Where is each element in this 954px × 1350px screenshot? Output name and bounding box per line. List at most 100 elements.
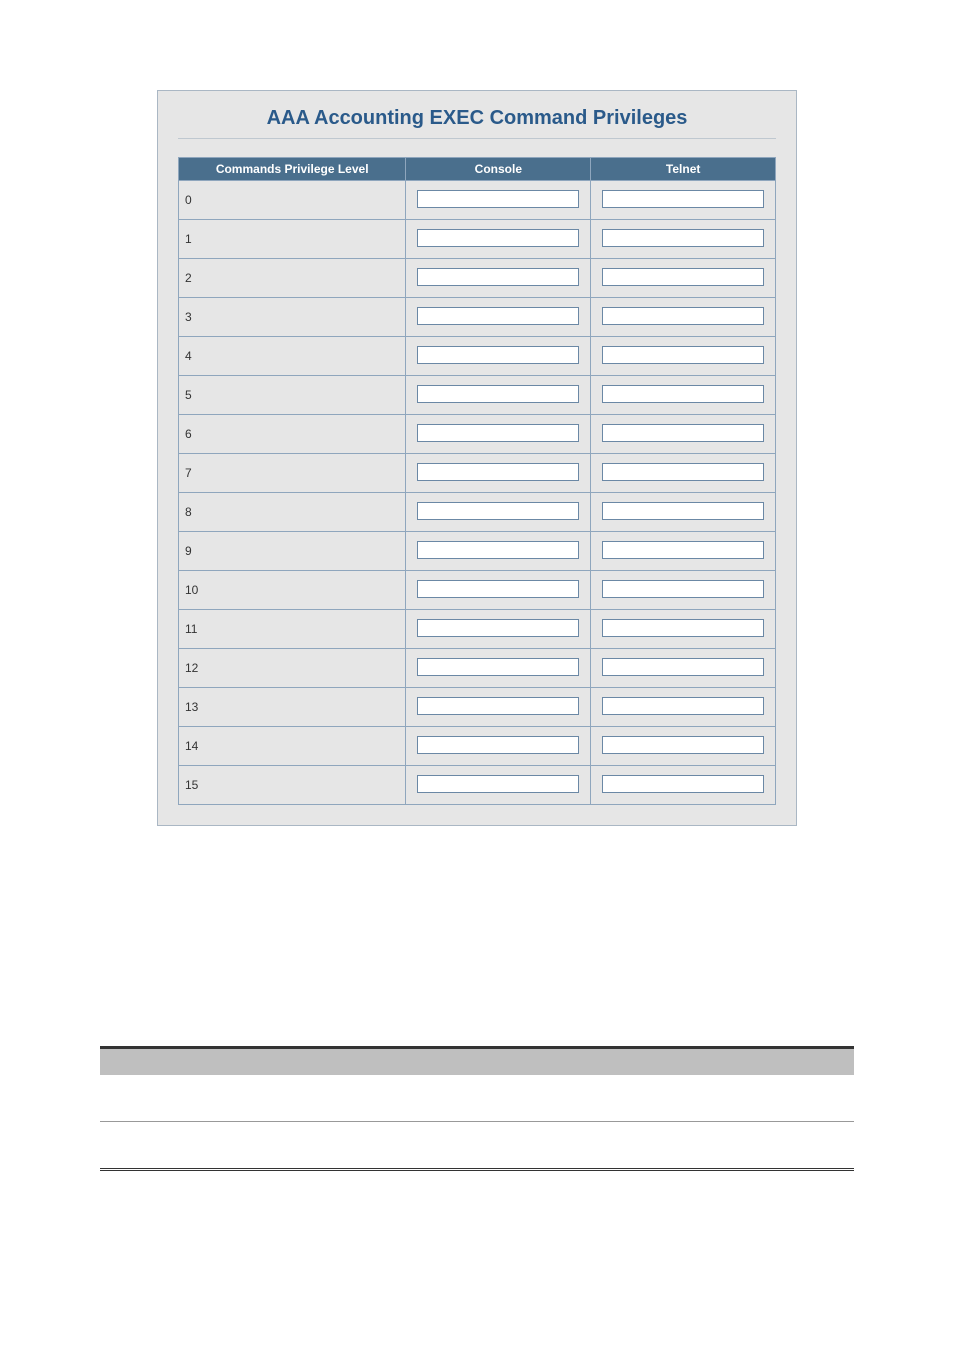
console-cell <box>406 259 591 298</box>
console-cell <box>406 181 591 220</box>
table-row: 6 <box>179 415 776 454</box>
telnet-input[interactable] <box>602 190 764 208</box>
telnet-cell <box>591 220 776 259</box>
level-cell: 8 <box>179 493 406 532</box>
table-row: 0 <box>179 181 776 220</box>
console-cell <box>406 220 591 259</box>
console-cell <box>406 688 591 727</box>
document-section <box>0 1046 954 1231</box>
level-cell: 2 <box>179 259 406 298</box>
console-input[interactable] <box>417 736 579 754</box>
aaa-accounting-panel: AAA Accounting EXEC Command Privileges C… <box>157 90 797 826</box>
telnet-cell <box>591 493 776 532</box>
console-input[interactable] <box>417 502 579 520</box>
telnet-input[interactable] <box>602 424 764 442</box>
console-input[interactable] <box>417 346 579 364</box>
telnet-cell <box>591 376 776 415</box>
console-input[interactable] <box>417 229 579 247</box>
console-input[interactable] <box>417 385 579 403</box>
level-cell: 6 <box>179 415 406 454</box>
telnet-cell <box>591 532 776 571</box>
telnet-input[interactable] <box>602 502 764 520</box>
table-row: 4 <box>179 337 776 376</box>
privilege-table: Commands Privilege Level Console Telnet … <box>178 157 776 805</box>
console-cell <box>406 766 591 805</box>
level-cell: 5 <box>179 376 406 415</box>
console-input[interactable] <box>417 619 579 637</box>
level-cell: 7 <box>179 454 406 493</box>
table-row: 7 <box>179 454 776 493</box>
console-cell <box>406 727 591 766</box>
telnet-cell <box>591 454 776 493</box>
telnet-input[interactable] <box>602 658 764 676</box>
console-input[interactable] <box>417 307 579 325</box>
level-cell: 3 <box>179 298 406 337</box>
level-cell: 15 <box>179 766 406 805</box>
console-input[interactable] <box>417 424 579 442</box>
console-input[interactable] <box>417 541 579 559</box>
thin-rule <box>100 1121 854 1122</box>
console-cell <box>406 298 591 337</box>
level-cell: 0 <box>179 181 406 220</box>
console-input[interactable] <box>417 190 579 208</box>
table-row: 2 <box>179 259 776 298</box>
telnet-cell <box>591 415 776 454</box>
table-row: 15 <box>179 766 776 805</box>
telnet-input[interactable] <box>602 736 764 754</box>
level-cell: 12 <box>179 649 406 688</box>
level-cell: 14 <box>179 727 406 766</box>
telnet-cell <box>591 298 776 337</box>
telnet-input[interactable] <box>602 346 764 364</box>
console-input[interactable] <box>417 697 579 715</box>
header-level: Commands Privilege Level <box>179 158 406 181</box>
telnet-input[interactable] <box>602 697 764 715</box>
level-cell: 13 <box>179 688 406 727</box>
table-row: 14 <box>179 727 776 766</box>
telnet-input[interactable] <box>602 463 764 481</box>
level-cell: 4 <box>179 337 406 376</box>
telnet-cell <box>591 727 776 766</box>
telnet-input[interactable] <box>602 307 764 325</box>
console-cell <box>406 337 591 376</box>
console-input[interactable] <box>417 775 579 793</box>
table-row: 8 <box>179 493 776 532</box>
console-input[interactable] <box>417 658 579 676</box>
console-cell <box>406 415 591 454</box>
console-cell <box>406 610 591 649</box>
header-console: Console <box>406 158 591 181</box>
table-row: 5 <box>179 376 776 415</box>
telnet-input[interactable] <box>602 385 764 403</box>
console-input[interactable] <box>417 463 579 481</box>
telnet-input[interactable] <box>602 619 764 637</box>
table-row: 12 <box>179 649 776 688</box>
level-cell: 1 <box>179 220 406 259</box>
telnet-input[interactable] <box>602 775 764 793</box>
table-row: 3 <box>179 298 776 337</box>
table-row: 9 <box>179 532 776 571</box>
console-cell <box>406 493 591 532</box>
table-row: 11 <box>179 610 776 649</box>
telnet-cell <box>591 181 776 220</box>
console-cell <box>406 571 591 610</box>
console-input[interactable] <box>417 580 579 598</box>
telnet-input[interactable] <box>602 541 764 559</box>
grey-band <box>100 1049 854 1075</box>
level-cell: 11 <box>179 610 406 649</box>
telnet-cell <box>591 337 776 376</box>
table-row: 13 <box>179 688 776 727</box>
console-input[interactable] <box>417 268 579 286</box>
telnet-input[interactable] <box>602 580 764 598</box>
telnet-cell <box>591 571 776 610</box>
telnet-cell <box>591 688 776 727</box>
panel-title: AAA Accounting EXEC Command Privileges <box>178 101 776 139</box>
table-row: 1 <box>179 220 776 259</box>
level-cell: 10 <box>179 571 406 610</box>
console-cell <box>406 649 591 688</box>
telnet-input[interactable] <box>602 268 764 286</box>
telnet-cell <box>591 649 776 688</box>
telnet-cell <box>591 610 776 649</box>
level-cell: 9 <box>179 532 406 571</box>
double-rule <box>100 1168 854 1171</box>
telnet-cell <box>591 259 776 298</box>
telnet-input[interactable] <box>602 229 764 247</box>
